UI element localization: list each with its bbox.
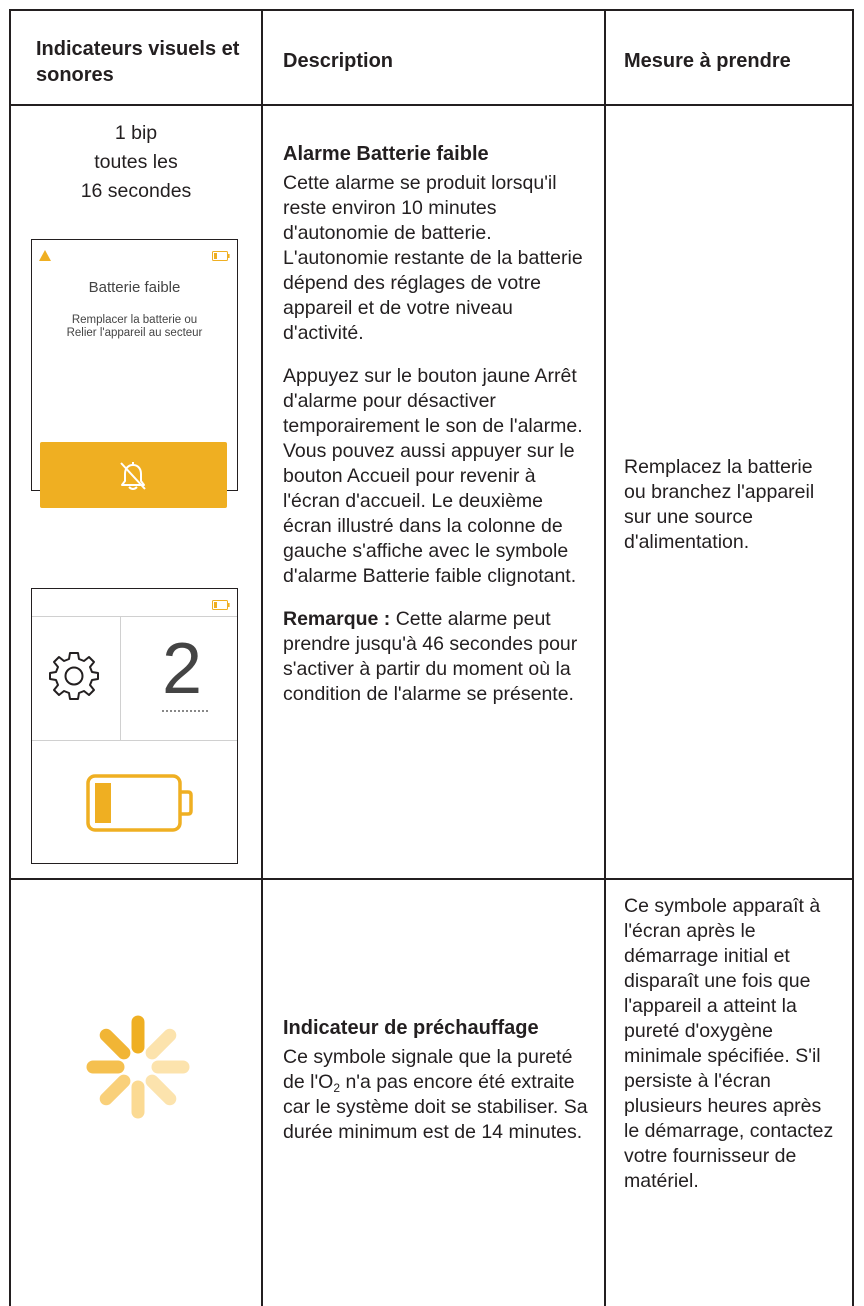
- alarm-silence-icon: [120, 462, 146, 490]
- warm-up-text: Ce symbole signale que la pureté de l'O2…: [283, 1045, 588, 1145]
- warm-up-title: Indicateur de préchauffage: [283, 1017, 539, 1039]
- low-battery-alarm-title: Alarme Batterie faible: [283, 143, 489, 165]
- warm-up-action-text: Ce symbole apparaît à l'écran après le d…: [624, 895, 834, 1192]
- screen-divider-vertical: [120, 616, 121, 740]
- screen-message-line1: Remplacer la batterie ou: [71, 314, 198, 326]
- low-battery-paragraph-1: Cette alarme se produit lorsqu'il reste …: [283, 172, 583, 344]
- battery-low-icon: [212, 600, 230, 610]
- battery-flashing-icon: [86, 774, 193, 832]
- flow-value: 2: [161, 629, 203, 709]
- screen-message: Remplacer la batterie ou Relier l'appare…: [32, 314, 237, 340]
- beep-interval: 16 secondes: [80, 180, 192, 202]
- low-battery-alarm-screen: Batterie faible Remplacer la batterie ou…: [31, 239, 238, 508]
- home-screen: 2: [31, 588, 238, 864]
- header-action: Mesure à prendre: [624, 50, 791, 72]
- battery-low-icon: [212, 251, 230, 261]
- header-description: Description: [283, 50, 394, 72]
- note-label: Remarque :: [283, 608, 391, 630]
- warning-triangle-icon: [39, 250, 51, 261]
- beep-interval-prefix: toutes les: [94, 151, 178, 173]
- header-visual-indicators: Indicateurs visuels et sonores: [36, 38, 240, 86]
- low-battery-action: Remplacez la batterie ou branchez l'appa…: [624, 455, 830, 555]
- low-battery-action-text: Remplacez la batterie ou branchez l'appa…: [624, 456, 815, 553]
- beep-count: 1 bip: [114, 122, 158, 144]
- warm-up-description: Indicateur de préchauffage Ce symbole si…: [283, 1016, 588, 1145]
- gear-icon[interactable]: [48, 649, 100, 701]
- warm-up-spinner-icon: [86, 1015, 190, 1119]
- beep-indicator-text: 1 bip toutes les 16 secondes: [11, 119, 261, 206]
- screen-divider-horizontal-top: [32, 616, 237, 617]
- screen-message-line2: Relier l'appareil au secteur: [66, 327, 203, 339]
- warm-up-action: Ce symbole apparaît à l'écran après le d…: [624, 894, 836, 1194]
- low-battery-description: Alarme Batterie faible Cette alarme se p…: [283, 142, 583, 707]
- low-battery-note: Remarque : Cette alarme peut prendre jus…: [283, 607, 583, 707]
- low-battery-paragraph-2: Appuyez sur le bouton jaune Arrêt d'alar…: [283, 365, 583, 587]
- screen-divider-horizontal-bottom: [32, 740, 237, 741]
- flow-indicator-dots: [162, 710, 208, 712]
- screen-title: Batterie faible: [88, 279, 181, 296]
- alarm-silence-button[interactable]: [40, 442, 227, 508]
